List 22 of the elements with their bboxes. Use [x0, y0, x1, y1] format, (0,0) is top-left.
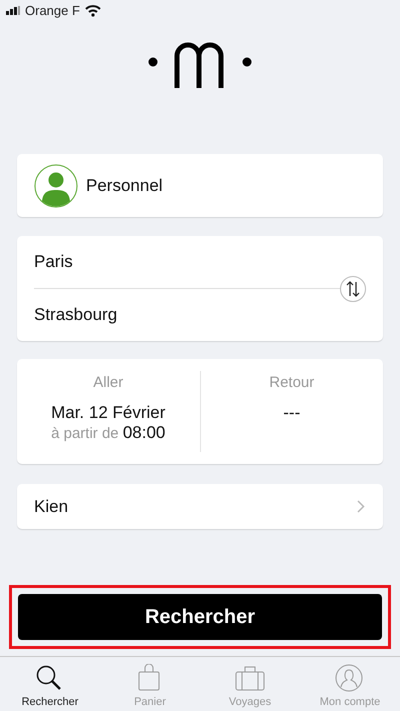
wifi-icon — [84, 4, 101, 17]
outbound-date[interactable]: Mar. 12 Février — [51, 403, 166, 424]
destination-station[interactable]: Strasbourg — [34, 289, 366, 342]
search-button[interactable]: Rechercher — [18, 594, 382, 640]
swap-icon — [346, 281, 360, 298]
chevron-icon — [357, 500, 365, 514]
passenger-name: Kien — [34, 496, 68, 517]
avatar-icon — [34, 164, 78, 208]
return-label: Retour — [269, 374, 314, 392]
origin-station[interactable]: Paris — [34, 236, 366, 288]
signal-icon — [6, 6, 20, 16]
tab-item[interactable]: Rechercher — [0, 657, 100, 711]
person-icon — [335, 664, 365, 692]
carrier-name: Orange F — [25, 3, 80, 18]
swap-button[interactable] — [340, 276, 366, 302]
profile-card[interactable]: Personnel — [17, 154, 383, 218]
passenger-row[interactable]: Kien — [17, 484, 383, 530]
profile-label: Personnel — [86, 176, 163, 196]
outbound-time[interactable]: à partir de 08:00 — [51, 423, 166, 444]
suitcase-icon — [235, 664, 265, 692]
outbound-label: Aller — [93, 374, 124, 392]
return-date[interactable]: --- — [283, 403, 300, 424]
